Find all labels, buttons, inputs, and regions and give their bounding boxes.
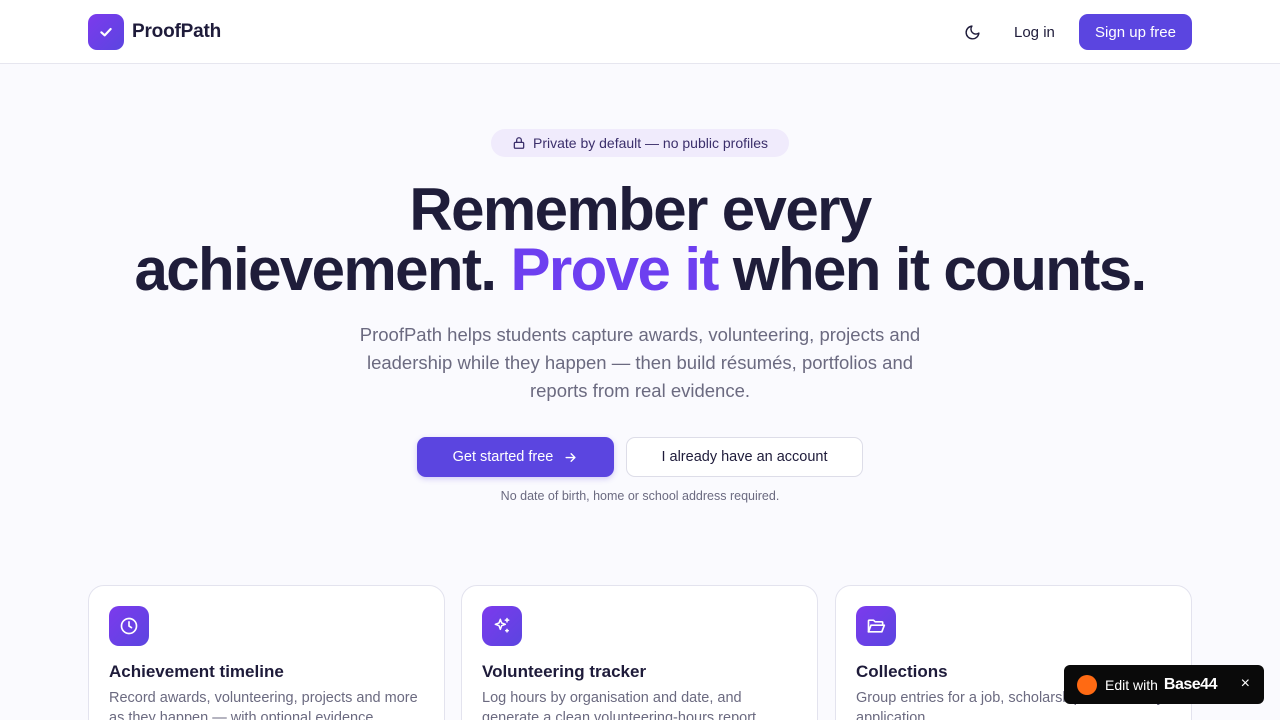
sparkles-icon [482, 606, 522, 646]
feature-description: Log hours by organisation and date, and … [482, 690, 761, 720]
feature-title: Achievement timeline [109, 662, 284, 681]
base44-brand: Base44 [1163, 675, 1218, 693]
feature-card-volunteering: Volunteering tracker Log hours by organi… [461, 585, 818, 720]
check-icon [88, 14, 124, 50]
clock-icon [109, 606, 149, 646]
privacy-pill-text: Private by default — no public profiles [532, 135, 768, 151]
get-started-button[interactable]: Get started free [417, 437, 614, 477]
top-nav: ProofPath Log in Sign up free [0, 0, 1280, 64]
get-started-label: Get started free [452, 449, 554, 465]
headline-line-1: Remember every [409, 176, 872, 243]
folder-open-icon [856, 606, 896, 646]
brand-link[interactable]: ProofPath [88, 14, 221, 50]
headline-line-2-start: achievement. [134, 236, 497, 303]
hero-subtitle: ProofPath helps students capture awards,… [359, 324, 921, 401]
existing-account-button[interactable]: I already have an account [626, 437, 863, 477]
feature-title: Collections [856, 662, 948, 681]
signup-button[interactable]: Sign up free [1079, 14, 1192, 50]
brand-name: ProofPath [132, 21, 221, 42]
feature-card-timeline: Achievement timeline Record awards, volu… [88, 585, 445, 720]
close-icon[interactable]: × [1241, 675, 1250, 693]
arrow-right-icon [565, 452, 576, 462]
edit-with-base44-badge[interactable]: Edit with Base44 × [1064, 665, 1264, 704]
privacy-pill: Private by default — no public profiles [491, 129, 789, 157]
login-button[interactable]: Log in [1006, 14, 1063, 50]
moon-icon [965, 24, 980, 39]
feature-description: Record awards, volunteering, projects an… [109, 690, 418, 720]
theme-toggle-button[interactable] [958, 18, 986, 46]
headline-accent: Prove it [510, 236, 720, 303]
privacy-note: No date of birth, home or school address… [500, 489, 780, 503]
feature-title: Volunteering tracker [482, 662, 647, 681]
lock-icon [513, 137, 525, 149]
hero-headline: Remember every achievement. Prove it whe… [0, 180, 1280, 300]
headline-line-2-end: when it counts. [732, 236, 1147, 303]
base44-logo-icon [1077, 674, 1097, 695]
edit-with-label: Edit with [1105, 676, 1158, 693]
